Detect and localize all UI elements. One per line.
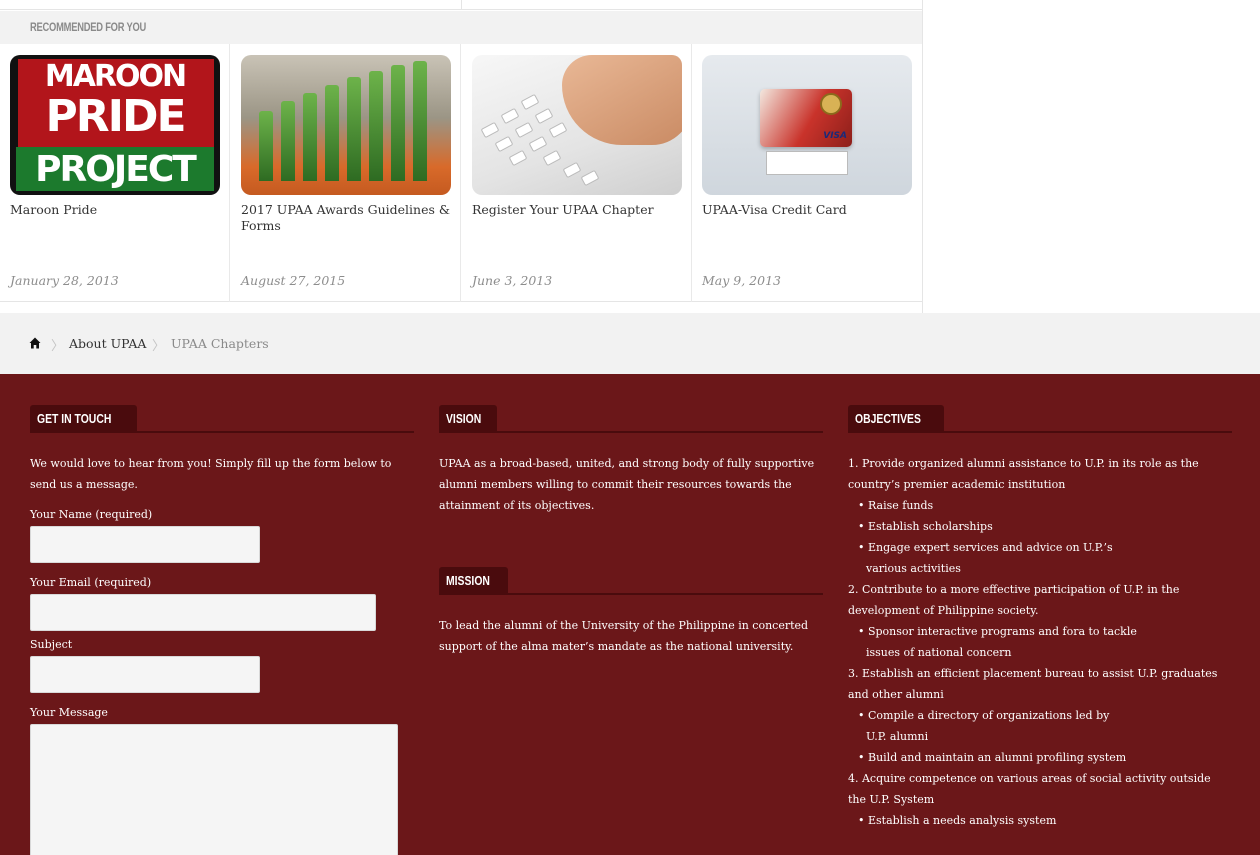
keyboard-key (528, 135, 548, 153)
breadcrumb-separator: 〉 (51, 339, 65, 354)
breadcrumb-separator: 〉 (152, 339, 166, 354)
keyboard-key (508, 149, 528, 167)
award-trophy (325, 85, 339, 181)
breadcrumb-item-current: UPAA Chapters (171, 336, 269, 351)
objective-item: • Build and maintain an alumni profiling… (858, 751, 1127, 764)
credit-card-thumbnail[interactable]: VISA (702, 55, 912, 195)
maroon-pride-thumbnail[interactable]: MAROON PRIDE PROJECT (10, 55, 220, 195)
keyboard-key (548, 121, 568, 139)
recommended-heading: Recommended for you (30, 20, 147, 34)
objectives-heading-bar: Objectives (848, 405, 1232, 433)
keyboard-key (580, 169, 600, 187)
objectives-heading: Objectives (848, 405, 945, 433)
mission-heading: Mission (439, 567, 508, 595)
recommended-cards: MAROON PRIDE PROJECT Maroon Pride Januar… (0, 44, 922, 302)
card-title[interactable]: UPAA-Visa Credit Card (702, 202, 914, 218)
vision-text: UPAA as a broad-based, united, and stron… (439, 457, 815, 512)
card-title[interactable]: Maroon Pride (10, 202, 222, 218)
contact-heading: Get in Touch (30, 405, 137, 433)
visa-logo: VISA (823, 131, 847, 141)
objective-item: U.P. alumni (866, 730, 929, 743)
vision-heading-bar: Vision (439, 405, 823, 433)
recommended-header: Recommended for you (0, 11, 922, 44)
message-textarea[interactable] (30, 724, 398, 855)
award-trophy (281, 101, 295, 181)
thumb-text-project: PROJECT (35, 149, 197, 190)
card-date: June 3, 2013 (472, 273, 553, 288)
keyboard-key (494, 135, 514, 153)
thumb-text-maroon: MAROON (44, 59, 187, 94)
keyboard-key (520, 93, 540, 111)
objectives-list: 1. Provide organized alumni assistance t… (848, 453, 1232, 831)
award-trophy (369, 71, 383, 181)
objective-item: 3. Establish an efficient placement bure… (848, 667, 1218, 701)
email-label: Your Email (required) (30, 576, 152, 589)
thumb-text-pride: PRIDE (45, 91, 186, 142)
mission-heading-bar: Mission (439, 567, 823, 595)
card-date: August 27, 2015 (241, 273, 346, 288)
award-trophy (391, 65, 405, 181)
keyboard-key (542, 149, 562, 167)
message-label: Your Message (30, 706, 108, 719)
objective-item: 1. Provide organized alumni assistance t… (848, 457, 1199, 491)
objective-item: issues of national concern (866, 646, 1012, 659)
vision-heading: Vision (439, 405, 498, 433)
objective-item: 2. Contribute to a more effective partic… (848, 583, 1180, 617)
subject-field[interactable] (30, 656, 260, 693)
recommended-card[interactable]: 2017 UPAA Awards Guidelines & Forms Augu… (231, 44, 461, 302)
home-icon[interactable] (29, 337, 41, 349)
seal-icon (820, 93, 842, 115)
keyboard-key (480, 121, 500, 139)
awards-thumbnail[interactable] (241, 55, 451, 195)
hand-shape (562, 55, 682, 145)
objective-item: • Raise funds (858, 499, 934, 512)
objective-item: various activities (866, 562, 961, 575)
recommended-card[interactable]: MAROON PRIDE PROJECT Maroon Pride Januar… (0, 44, 230, 302)
breadcrumb: 〉 About UPAA 〉 UPAA Chapters (0, 313, 1260, 374)
name-label: Your Name (required) (30, 508, 153, 521)
credit-card-shape: VISA (760, 89, 852, 147)
card-date: January 28, 2013 (10, 273, 119, 288)
objective-item: • Establish scholarships (858, 520, 993, 533)
award-trophy (347, 77, 361, 181)
name-field[interactable] (30, 526, 260, 563)
contact-intro: We would love to hear from you! Simply f… (30, 457, 392, 491)
contact-heading-bar: Get in Touch (30, 405, 414, 433)
objective-item: • Compile a directory of organizations l… (858, 709, 1110, 722)
card-title[interactable]: Register Your UPAA Chapter (472, 202, 684, 218)
award-trophy (259, 111, 273, 181)
objective-item: • Sponsor interactive programs and fora … (858, 625, 1137, 638)
objective-item: • Engage expert services and advice on U… (858, 541, 1113, 554)
keyboard-thumbnail[interactable] (472, 55, 682, 195)
keyboard-key (534, 107, 554, 125)
recommended-card[interactable]: VISA UPAA-Visa Credit Card May 9, 2013 (692, 44, 922, 302)
mission-text: To lead the alumni of the University of … (439, 619, 809, 653)
keyboard-key (562, 161, 582, 179)
card-date: May 9, 2013 (702, 273, 781, 288)
award-trophy (303, 93, 317, 181)
subject-label: Subject (30, 638, 73, 651)
award-trophy (413, 61, 427, 181)
card-title[interactable]: 2017 UPAA Awards Guidelines & Forms (241, 202, 453, 234)
keyboard-key (514, 121, 534, 139)
keyboard-key (500, 107, 520, 125)
payment-sticker (766, 151, 848, 175)
recommended-section: Recommended for you MAROON PRIDE PROJECT… (0, 0, 923, 313)
footer: Get in Touch We would love to hear from … (0, 374, 1260, 855)
breadcrumb-item-about[interactable]: About UPAA (69, 336, 146, 351)
objective-item: 4. Acquire competence on various areas o… (848, 772, 1211, 806)
recommended-card[interactable]: Register Your UPAA Chapter June 3, 2013 (462, 44, 692, 302)
objective-item: • Establish a needs analysis system (858, 814, 1057, 827)
email-field[interactable] (30, 594, 376, 631)
